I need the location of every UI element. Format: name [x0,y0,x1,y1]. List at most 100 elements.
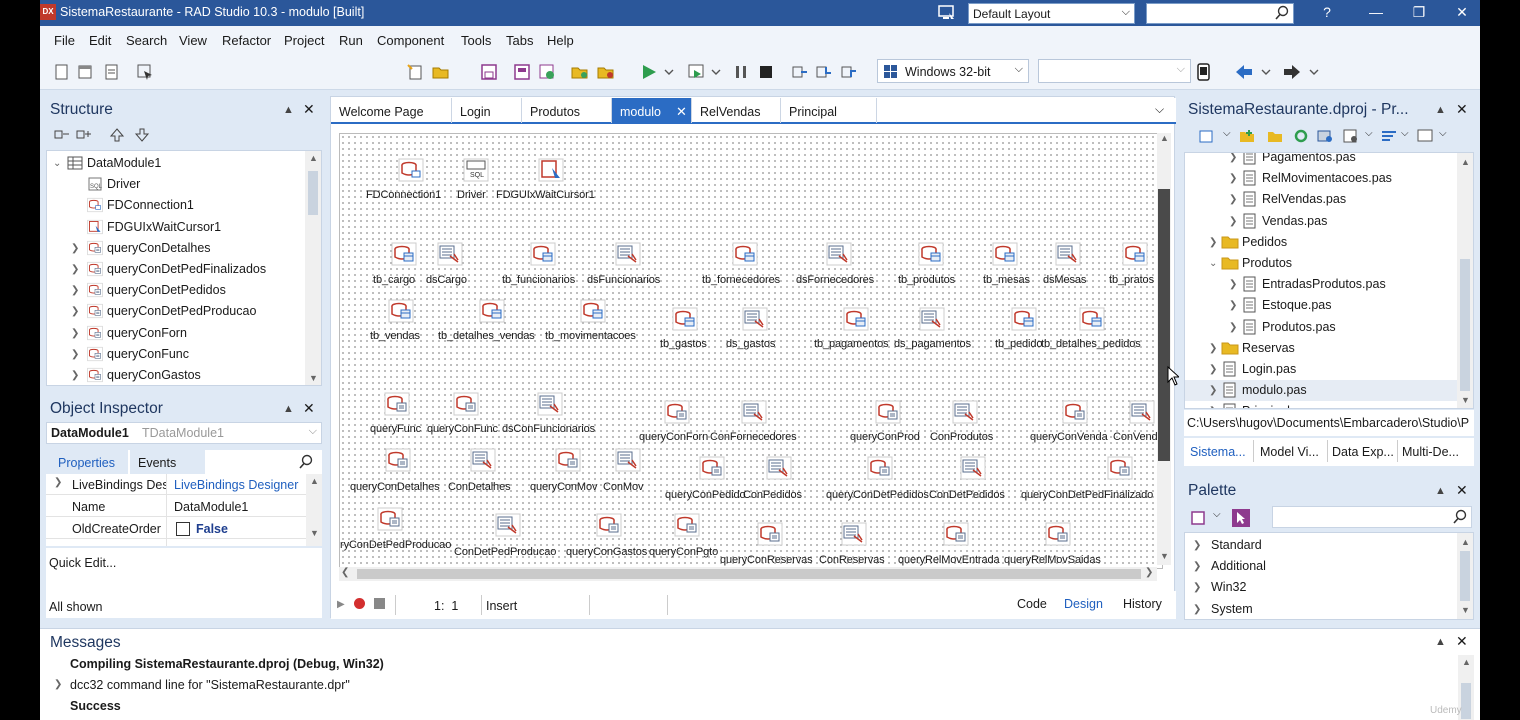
scroll-up-icon[interactable]: ▲ [309,153,318,163]
options-icon[interactable] [1343,128,1359,144]
table-component-icon[interactable] [479,299,505,323]
new-unit-icon[interactable] [103,63,121,81]
save-icon[interactable] [480,63,498,81]
chevron-right-icon[interactable]: ❯ [71,243,79,254]
tab-modulo[interactable]: modulo ✕ [612,98,692,123]
scroll-up-icon[interactable]: ▲ [1461,157,1470,167]
restore-button[interactable]: ❐ [1404,2,1434,22]
project-item-pagamentos-pas[interactable]: ❯ Pagamentos.pas [1185,153,1457,168]
project-item-produtos[interactable]: ⌄ Produtos [1185,253,1457,274]
desktop-icon[interactable] [938,4,956,22]
project-item-login-pas[interactable]: ❯ Login.pas [1185,359,1457,380]
select-cursor-icon[interactable] [136,63,154,81]
chevron-right-icon[interactable]: ❯ [71,306,79,317]
structure-item-querycondetpedproducao[interactable]: ❯ queryConDetPedProducao [47,301,305,322]
menu-file[interactable]: File [54,33,75,48]
chevron-down-icon[interactable]: ⌄ [1209,258,1217,269]
select-component-icon[interactable] [1232,509,1250,527]
query-component-icon[interactable] [1107,456,1133,480]
scroll-up-icon[interactable]: ▲ [310,476,319,486]
sql-component-icon[interactable]: SQL [463,158,489,182]
minimize-button[interactable]: — [1361,2,1391,22]
project-item-reservas[interactable]: ❯ Reservas [1185,338,1457,359]
menu-search[interactable]: Search [126,33,167,48]
property-row[interactable]: ❯ LiveBindings Des LiveBindings Designer [46,474,322,495]
chevron-right-icon[interactable]: ❯ [71,370,79,381]
query-component-icon[interactable] [699,456,725,480]
structure-item-fdconnection1[interactable]: FDConnection1 [47,195,305,216]
ds-component-icon[interactable] [841,522,867,546]
property-scrollbar[interactable]: ▲ ▼ [306,474,322,546]
back-dropdown-icon[interactable] [1261,63,1271,81]
tab-relvendas[interactable]: RelVendas [692,98,781,123]
table-component-icon[interactable] [843,307,869,331]
build-icon[interactable] [1317,128,1333,144]
run-to-cursor-icon[interactable] [840,63,858,81]
query-component-icon[interactable] [453,392,479,416]
chevron-right-icon[interactable]: ❯ [71,264,79,275]
chevron-right-icon[interactable]: ❯ [1193,604,1201,615]
query-component-icon[interactable] [1045,522,1071,546]
structure-item-querycondetpedfinalizados[interactable]: ❯ queryConDetPedFinalizados [47,259,305,280]
menu-component[interactable]: Component [377,33,444,48]
menu-tabs[interactable]: Tabs [506,33,533,48]
palette-category-win32[interactable]: ❯ Win32 [1185,577,1455,598]
project-item-produtos-pas[interactable]: ❯ Produtos.pas [1185,317,1457,338]
menu-edit[interactable]: Edit [89,33,111,48]
scroll-up-icon[interactable]: ▲ [1461,537,1470,547]
chevron-right-icon[interactable]: ❯ [1209,343,1217,354]
close-button[interactable]: ✕ [1447,2,1477,22]
table-component-icon[interactable] [391,242,417,266]
grid-divider[interactable] [166,474,167,546]
tab-project-manager[interactable]: Sistema... [1190,445,1246,459]
configuration-select[interactable]: ⌵ [1038,59,1191,83]
structure-item-querycondetalhes[interactable]: ❯ queryConDetalhes [47,238,305,259]
ds-component-icon[interactable] [537,392,563,416]
new-form-icon[interactable] [76,63,94,81]
scroll-thumb[interactable] [1460,551,1470,601]
chevron-down-icon[interactable]: ⌄ [53,158,61,169]
canvas-hscrollbar[interactable]: ❮ ❯ [339,567,1157,581]
query-component-icon[interactable] [664,400,690,424]
ds-component-icon[interactable] [960,456,986,480]
tab-properties[interactable]: Properties [46,450,128,474]
record-macro-icon[interactable] [354,598,365,609]
chevron-down-icon[interactable]: ⌵ [1213,509,1221,520]
ds-component-icon[interactable] [766,456,792,480]
tab-principal[interactable]: Principal [781,98,877,123]
project-activate-icon[interactable] [1198,128,1214,144]
structure-item-fdguixwaitcursor1[interactable]: FDGUIxWaitCursor1 [47,217,305,238]
menu-help[interactable]: Help [547,33,574,48]
table-component-icon[interactable] [992,242,1018,266]
canvas-vscrollbar[interactable]: ▲ ▼ [1157,133,1171,565]
chevron-right-icon[interactable]: ❯ [1229,216,1237,227]
ds-component-icon[interactable] [919,307,945,331]
scroll-thumb[interactable] [1460,259,1470,391]
ds-component-icon[interactable] [1055,242,1081,266]
chevron-right-icon[interactable]: ❯ [1193,540,1201,551]
chevron-right-icon[interactable]: ❯ [1229,153,1237,163]
pause-icon[interactable] [732,63,750,81]
project-item-entradasprodutos-pas[interactable]: ❯ EntradasProdutos.pas [1185,274,1457,295]
scroll-thumb[interactable] [357,569,1141,579]
add-folder-icon[interactable] [1239,128,1255,144]
table-component-icon[interactable] [580,299,606,323]
trace-into-icon[interactable] [815,63,833,81]
ds-component-icon[interactable] [495,513,521,537]
save-all-icon[interactable] [513,63,531,81]
step-over-icon[interactable] [791,63,809,81]
close-icon[interactable]: ✕ [303,400,315,417]
play-macro-icon[interactable]: ▶ [337,599,345,610]
ds-component-icon[interactable] [1129,400,1155,424]
query-component-icon[interactable] [377,507,403,531]
table-component-icon[interactable] [1122,242,1148,266]
expand-all-icon[interactable] [76,127,92,143]
close-icon[interactable]: ✕ [1456,633,1468,650]
chevron-right-icon[interactable]: ❯ [54,679,62,690]
run-dropdown-icon[interactable] [664,63,674,81]
project-item-vendas-pas[interactable]: ❯ Vendas.pas [1185,211,1457,232]
run-without-debug-icon[interactable] [687,63,705,81]
project-item-relvendas-pas[interactable]: ❯ RelVendas.pas [1185,189,1457,210]
folder-icon[interactable] [1267,128,1283,144]
ds-component-icon[interactable] [615,242,641,266]
